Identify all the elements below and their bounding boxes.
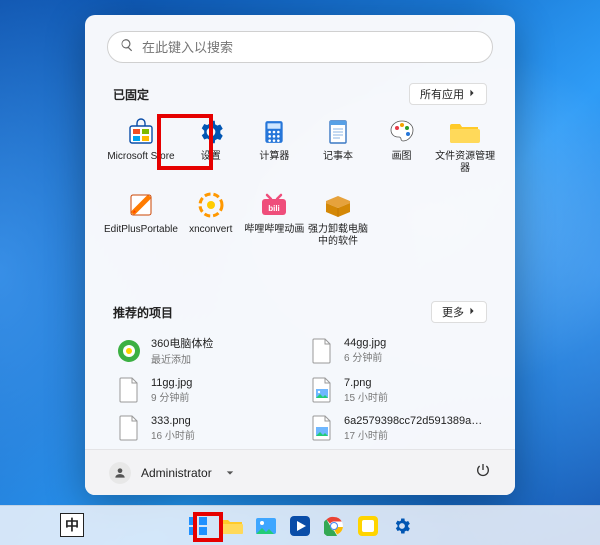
search-icon (120, 38, 142, 57)
calculator-icon (259, 117, 289, 147)
taskbar (0, 505, 600, 545)
app-tile-notepad[interactable]: 记事本 (306, 115, 370, 176)
pinned-grid: Microsoft Store 设置 计算器 记事本 (85, 111, 515, 249)
recommended-item[interactable]: 44gg.jpg6 分钟前 (308, 335, 485, 366)
chevron-down-icon (222, 466, 234, 480)
taskbar-video-button[interactable] (288, 514, 312, 538)
app-tile-uninstaller[interactable]: 强力卸载电脑中的软件 (306, 188, 370, 249)
app-tile-bilibili[interactable]: bili 哔哩哔哩动画 (243, 188, 307, 249)
recommended-heading: 推荐的项目 (113, 304, 173, 321)
taskbar-settings-button[interactable] (390, 514, 414, 538)
svg-text:bili: bili (269, 204, 281, 213)
chevron-right-icon (468, 306, 476, 318)
taskbar-chrome-button[interactable] (322, 514, 346, 538)
search-box[interactable] (107, 31, 493, 63)
pinned-heading: 已固定 (113, 86, 149, 103)
xnconvert-icon (196, 190, 226, 220)
folder-icon (450, 117, 480, 147)
power-button[interactable] (475, 462, 491, 483)
search-input[interactable] (142, 40, 480, 55)
file-icon (115, 414, 143, 442)
file-icon (308, 337, 336, 365)
taskbar-photos-button[interactable] (254, 514, 278, 538)
start-menu: 已固定 所有应用 Microsoft Store 设置 (85, 15, 515, 495)
user-account-button[interactable]: Administrator (109, 462, 234, 484)
more-button[interactable]: 更多 (431, 301, 487, 323)
app-tile-microsoft-store[interactable]: Microsoft Store (103, 115, 179, 176)
image-file-icon (308, 414, 336, 442)
store-icon (126, 117, 156, 147)
app-tile-calculator[interactable]: 计算器 (243, 115, 307, 176)
recommended-item[interactable]: 360电脑体检最近添加 (115, 335, 292, 366)
paint-icon (387, 117, 417, 147)
image-file-icon (308, 376, 336, 404)
app-tile-xnconvert[interactable]: xnconvert (179, 188, 243, 249)
all-apps-button[interactable]: 所有应用 (409, 83, 487, 105)
app-tile-explorer[interactable]: 文件资源管理器 (433, 115, 497, 176)
editplus-icon (126, 190, 156, 220)
recommended-item[interactable]: 6a2579398cc72d591389af679703f3...17 小时前 (308, 414, 485, 442)
recommended-section: 360电脑体检最近添加 44gg.jpg6 分钟前 11gg.jpg9 分钟前 … (85, 329, 515, 449)
taskbar-explorer-button[interactable] (220, 514, 244, 538)
file-icon (115, 376, 143, 404)
pinned-grid-wrap: Microsoft Store 设置 计算器 记事本 (85, 111, 515, 249)
ime-indicator[interactable]: 中 (60, 513, 84, 537)
recommended-item[interactable]: 7.png15 小时前 (308, 376, 485, 404)
app-thumb-icon (115, 337, 143, 365)
gear-icon (196, 117, 226, 147)
taskbar-app-button[interactable] (356, 514, 380, 538)
avatar-icon (109, 462, 131, 484)
app-tile-editplus[interactable]: EditPlusPortable (103, 188, 179, 249)
taskbar-start-button[interactable] (186, 514, 210, 538)
app-tile-paint[interactable]: 画图 (370, 115, 434, 176)
recommended-item[interactable]: 11gg.jpg9 分钟前 (115, 376, 292, 404)
chevron-right-icon (468, 88, 476, 100)
start-footer: Administrator (85, 449, 515, 495)
recommended-item[interactable]: 333.png16 小时前 (115, 414, 292, 442)
bilibili-icon: bili (259, 190, 289, 220)
box-icon (323, 190, 353, 220)
recommended-header: 推荐的项目 更多 (85, 291, 515, 329)
pinned-header: 已固定 所有应用 (85, 73, 515, 111)
notepad-icon (323, 117, 353, 147)
app-tile-settings[interactable]: 设置 (179, 115, 243, 176)
